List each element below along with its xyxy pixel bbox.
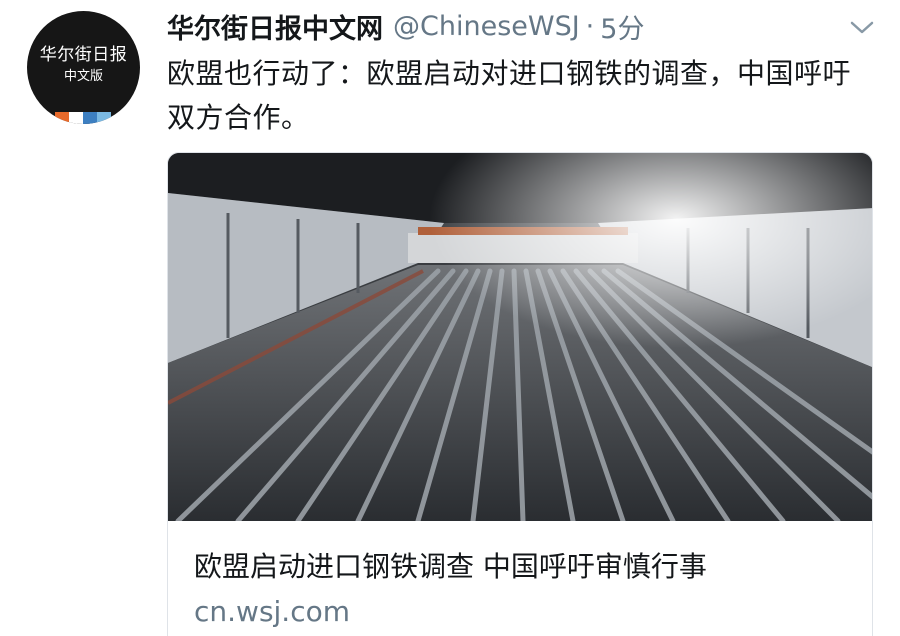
link-card[interactable]: 欧盟启动进口钢铁调查 中国呼吁审慎行事 cn.wsj.com (167, 152, 873, 636)
tweet-header: 华尔街日报中文网 @ChineseWSJ · 5分 (167, 6, 644, 46)
card-image[interactable] (168, 153, 873, 521)
card-domain[interactable]: cn.wsj.com (194, 595, 350, 628)
avatar[interactable]: 华尔街日报 中文版 (27, 11, 140, 124)
author-name[interactable]: 华尔街日报中文网 (167, 7, 383, 46)
avatar-stripe-white (69, 112, 83, 124)
tweet-text: 欧盟也行动了：欧盟启动对进口钢铁的调查，中国呼吁双方合作。 (167, 57, 852, 134)
avatar-line1: 华尔街日报 (39, 44, 128, 65)
avatar-line2: 中文版 (63, 68, 103, 84)
chevron-down-icon[interactable] (848, 18, 876, 38)
avatar-stripe-lightblue (97, 112, 111, 124)
separator-dot: · (585, 10, 595, 42)
tweet-time[interactable]: 5分 (600, 7, 644, 46)
avatar-stripe-orange (55, 112, 69, 124)
avatar-stripes (55, 112, 111, 124)
avatar-stripe-blue (83, 112, 97, 124)
author-handle[interactable]: @ChineseWSJ (393, 11, 580, 42)
card-title[interactable]: 欧盟启动进口钢铁调查 中国呼吁审慎行事 (194, 545, 707, 585)
